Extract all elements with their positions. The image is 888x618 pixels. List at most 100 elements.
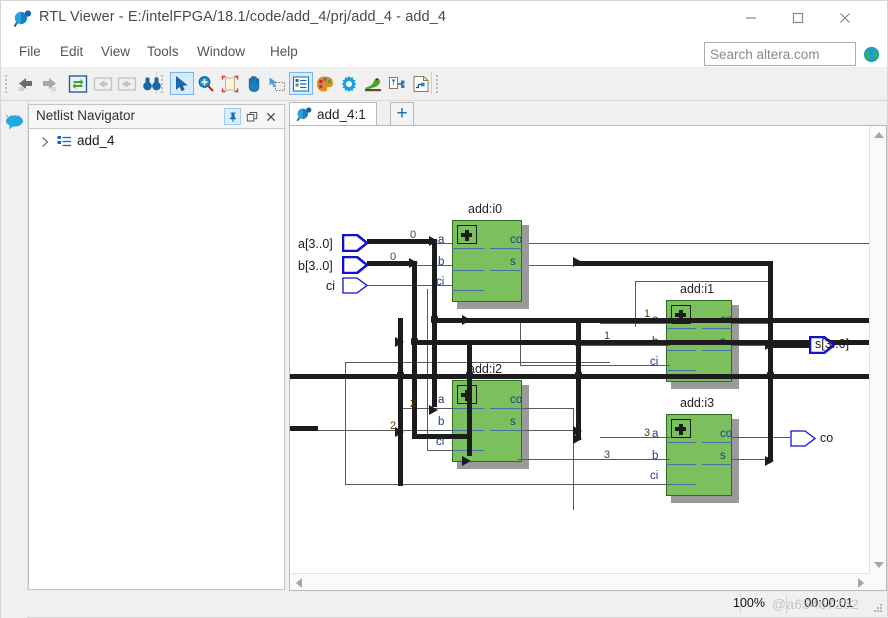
arrow-b-3 (462, 456, 471, 466)
find-button[interactable] (140, 72, 164, 95)
bus-trunk-right (467, 340, 472, 456)
scroll-up-arrow[interactable] (874, 132, 884, 138)
port-ci: ci (436, 276, 445, 288)
hierarchy-list-icon (293, 76, 309, 91)
new-tab-button[interactable]: + (390, 102, 414, 126)
menu-window[interactable]: Window (189, 40, 253, 63)
area-select-button[interactable] (265, 72, 289, 95)
pan-tool-button[interactable] (242, 72, 266, 95)
bus-index-a0: 0 (410, 229, 417, 241)
forward-button[interactable] (38, 72, 62, 95)
tab-add-4-1[interactable]: add_4:1 (289, 102, 377, 126)
arrow-s2 (573, 426, 582, 436)
refresh-icon (68, 74, 88, 93)
scrollbar-corner (870, 574, 886, 590)
refresh-button[interactable] (66, 72, 90, 95)
options-button[interactable] (337, 72, 361, 95)
window-title: RTL Viewer - E:/intelFPGA/18.1/code/add_… (39, 9, 447, 25)
menu-tools[interactable]: Tools (139, 40, 187, 63)
junction-dot-5 (431, 316, 438, 323)
vertical-scrollbar[interactable] (869, 126, 886, 574)
add-i3-label: add:i3 (680, 396, 715, 410)
add-i0-block[interactable]: add:i0 a b ci co s (436, 202, 529, 309)
parrot-icon (365, 77, 381, 91)
scroll-right-arrow[interactable] (858, 578, 864, 588)
arrow-left-icon (19, 77, 32, 91)
page-left-icon (93, 76, 113, 91)
panel-close-button[interactable] (262, 108, 279, 125)
port-s: s (510, 416, 516, 428)
bus-index-a1: 1 (644, 308, 651, 320)
hierarchy-node-icon (57, 136, 71, 147)
toolbar-grip-3[interactable] (435, 73, 441, 94)
toolbar-grip-1[interactable] (4, 73, 10, 94)
select-tool-button[interactable] (170, 72, 194, 95)
wire-i2-co (522, 408, 574, 409)
previous-page-button[interactable] (91, 72, 115, 95)
filter-button[interactable] (385, 72, 409, 95)
color-settings-button[interactable] (313, 72, 337, 95)
menu-edit[interactable]: Edit (52, 40, 91, 63)
minimize-button[interactable] (728, 1, 774, 35)
scroll-down-arrow[interactable] (874, 562, 884, 568)
maximize-button[interactable] (775, 1, 821, 35)
hierarchy-list-button[interactable] (289, 72, 313, 95)
plus-icon (671, 419, 691, 438)
port-a: a (438, 234, 445, 246)
bird-tool-button[interactable] (361, 72, 385, 95)
port-b: b (652, 450, 659, 462)
fit-page-button[interactable] (218, 72, 242, 95)
resize-grip[interactable] (873, 604, 883, 614)
undock-button[interactable] (243, 108, 260, 125)
tree-item-add-4[interactable]: add_4 (29, 131, 284, 153)
netlist-navigator-panel: Netlist Navigator add_4 (28, 104, 285, 590)
add-i3-block[interactable]: add:i3 a b ci co s (650, 396, 739, 503)
port-ci: ci (650, 356, 659, 368)
schematic-canvas-container: a[3..0] b[3..0] ci add:i0 a b ci co s ad… (289, 125, 887, 591)
pin-button[interactable] (224, 108, 241, 125)
junction-dot-1 (397, 372, 404, 379)
scroll-left-arrow[interactable] (296, 578, 302, 588)
bus-s-row0 (573, 261, 773, 266)
co-output-pin-symbol[interactable] (790, 430, 816, 447)
menu-help[interactable]: Help (262, 40, 306, 63)
search-input[interactable] (705, 43, 855, 65)
menu-view[interactable]: View (93, 40, 138, 63)
export-button[interactable] (409, 72, 433, 95)
bus-index-b2: 2 (390, 420, 397, 432)
a-input-pin-symbol[interactable] (342, 234, 368, 252)
port-s: s (510, 256, 516, 268)
junction-dot-2 (466, 372, 473, 379)
search-box[interactable] (704, 42, 856, 66)
port-ci: ci (650, 470, 659, 482)
zoom-tool-button[interactable] (194, 72, 218, 95)
bus-index-b0: 0 (390, 251, 397, 263)
messages-icon[interactable] (5, 114, 24, 130)
ci-input-pin-symbol[interactable] (342, 277, 368, 294)
netlist-navigator-title: Netlist Navigator (36, 108, 136, 123)
arrow-s1 (765, 340, 774, 350)
wire-i1-ci-stub (520, 365, 670, 366)
next-page-button[interactable] (115, 72, 139, 95)
plus-icon (457, 225, 477, 244)
close-button[interactable] (822, 1, 868, 35)
junction-dot-4 (767, 372, 774, 379)
export-schematic-icon (413, 75, 429, 92)
arrow-a-2 (429, 405, 438, 415)
chevron-right-icon[interactable] (40, 136, 50, 148)
add-i2-block[interactable]: add:i2 a b ci co s (436, 362, 529, 469)
bus-index-a3: 3 (644, 427, 651, 439)
b-input-pin-symbol[interactable] (342, 256, 368, 274)
horizontal-scrollbar[interactable] (290, 573, 870, 590)
port-s: s (720, 450, 726, 462)
globe-icon[interactable] (863, 46, 880, 63)
back-button[interactable] (13, 72, 37, 95)
add-i1-label: add:i1 (680, 282, 715, 296)
schematic-canvas[interactable]: a[3..0] b[3..0] ci add:i0 a b ci co s ad… (290, 126, 870, 574)
rtl-viewer-window: RTL Viewer - E:/intelFPGA/18.1/code/add_… (0, 0, 888, 618)
port-a: a (652, 428, 659, 440)
menu-file[interactable]: File (11, 40, 49, 63)
wire-i2-b-stub (314, 430, 454, 431)
a-input-pin-label: a[3..0] (298, 237, 333, 251)
palette-icon (317, 76, 333, 91)
